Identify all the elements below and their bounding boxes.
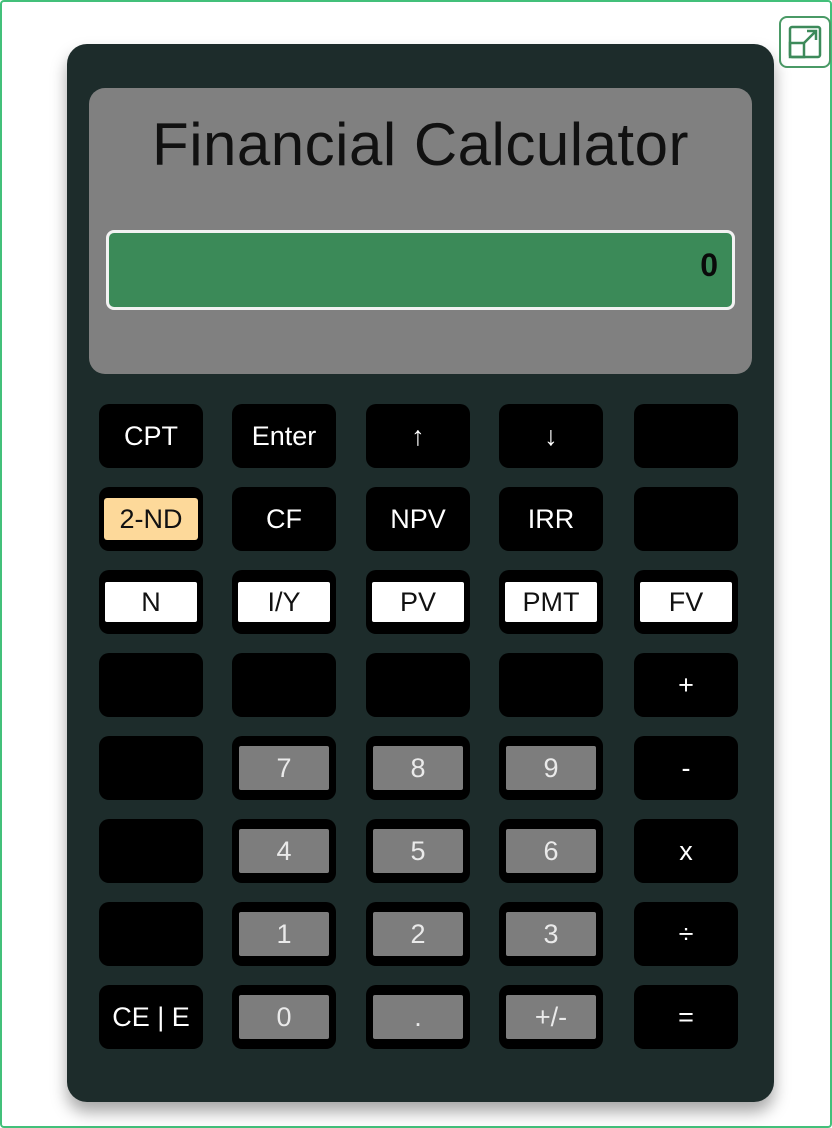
divide-key-label: ÷ (678, 918, 694, 949)
down-arrow-key-label: ↓ (544, 420, 558, 451)
digit-6-key-label: 6 (506, 829, 596, 873)
clear-entry-key[interactable]: CE | E (99, 985, 203, 1049)
irr-key[interactable]: IRR (499, 487, 603, 551)
pv-key-label: PV (372, 582, 464, 622)
blank-key-r2c5[interactable] (634, 487, 738, 551)
digit-0-key[interactable]: 0 (232, 985, 336, 1049)
pmt-key-label: PMT (505, 582, 597, 622)
digit-8-key-label: 8 (373, 746, 463, 790)
enter-key[interactable]: Enter (232, 404, 336, 468)
blank-key-r4c4[interactable] (499, 653, 603, 717)
calculator-body: Financial Calculator 0 CPT Enter ↑ ↓ 2-ND CF N… (67, 44, 774, 1102)
digit-5-key-label: 5 (373, 829, 463, 873)
multiply-key-label: x (679, 835, 693, 866)
blank-key-r5c1[interactable] (99, 736, 203, 800)
digit-8-key[interactable]: 8 (366, 736, 470, 800)
digit-4-key[interactable]: 4 (232, 819, 336, 883)
digit-1-key-label: 1 (239, 912, 329, 956)
blank-key-r4c2[interactable] (232, 653, 336, 717)
digit-3-key-label: 3 (506, 912, 596, 956)
up-arrow-key-label: ↑ (411, 420, 425, 451)
cpt-key[interactable]: CPT (99, 404, 203, 468)
blank-key-r4c3[interactable] (366, 653, 470, 717)
fv-key[interactable]: FV (634, 570, 738, 634)
digit-4-key-label: 4 (239, 829, 329, 873)
npv-key[interactable]: NPV (366, 487, 470, 551)
expand-icon (788, 25, 822, 59)
decimal-key-label: . (373, 995, 463, 1039)
digit-7-key-label: 7 (239, 746, 329, 790)
digit-7-key[interactable]: 7 (232, 736, 336, 800)
digit-3-key[interactable]: 3 (499, 902, 603, 966)
pv-key[interactable]: PV (366, 570, 470, 634)
npv-key-label: NPV (390, 503, 446, 534)
digit-9-key-label: 9 (506, 746, 596, 790)
sign-toggle-key[interactable]: +/- (499, 985, 603, 1049)
blank-key-r6c1[interactable] (99, 819, 203, 883)
second-function-key-label: 2-ND (104, 498, 198, 540)
calculator-title: Financial Calculator (152, 111, 689, 178)
digit-1-key[interactable]: 1 (232, 902, 336, 966)
blank-key-r4c1[interactable] (99, 653, 203, 717)
display-panel: Financial Calculator 0 (89, 88, 752, 374)
fv-key-label: FV (640, 582, 732, 622)
second-function-key[interactable]: 2-ND (99, 487, 203, 551)
down-arrow-key[interactable]: ↓ (499, 404, 603, 468)
cpt-key-label: CPT (124, 420, 178, 451)
cf-key[interactable]: CF (232, 487, 336, 551)
iy-key-label: I/Y (238, 582, 330, 622)
equals-key-label: = (678, 1001, 694, 1032)
digit-5-key[interactable]: 5 (366, 819, 470, 883)
digit-6-key[interactable]: 6 (499, 819, 603, 883)
digit-0-key-label: 0 (239, 995, 329, 1039)
cf-key-label: CF (266, 503, 302, 534)
multiply-key[interactable]: x (634, 819, 738, 883)
minus-key-label: - (681, 752, 691, 783)
minus-key[interactable]: - (634, 736, 738, 800)
enter-key-label: Enter (251, 420, 317, 451)
plus-key-label: + (678, 669, 694, 700)
digit-2-key[interactable]: 2 (366, 902, 470, 966)
pmt-key[interactable]: PMT (499, 570, 603, 634)
iy-key[interactable]: I/Y (232, 570, 336, 634)
divide-key[interactable]: ÷ (634, 902, 738, 966)
digit-2-key-label: 2 (373, 912, 463, 956)
up-arrow-key[interactable]: ↑ (366, 404, 470, 468)
fullscreen-button[interactable] (779, 16, 831, 68)
blank-key-r7c1[interactable] (99, 902, 203, 966)
sign-toggle-key-label: +/- (506, 995, 596, 1039)
clear-entry-key-label: CE | E (112, 1001, 190, 1032)
blank-key-r1c5[interactable] (634, 404, 738, 468)
decimal-key[interactable]: . (366, 985, 470, 1049)
irr-key-label: IRR (527, 503, 575, 534)
n-key-label: N (105, 582, 197, 622)
equals-key[interactable]: = (634, 985, 738, 1049)
plus-key[interactable]: + (634, 653, 738, 717)
result-display: 0 (106, 230, 735, 310)
digit-9-key[interactable]: 9 (499, 736, 603, 800)
display-value: 0 (700, 247, 718, 283)
n-key[interactable]: N (99, 570, 203, 634)
